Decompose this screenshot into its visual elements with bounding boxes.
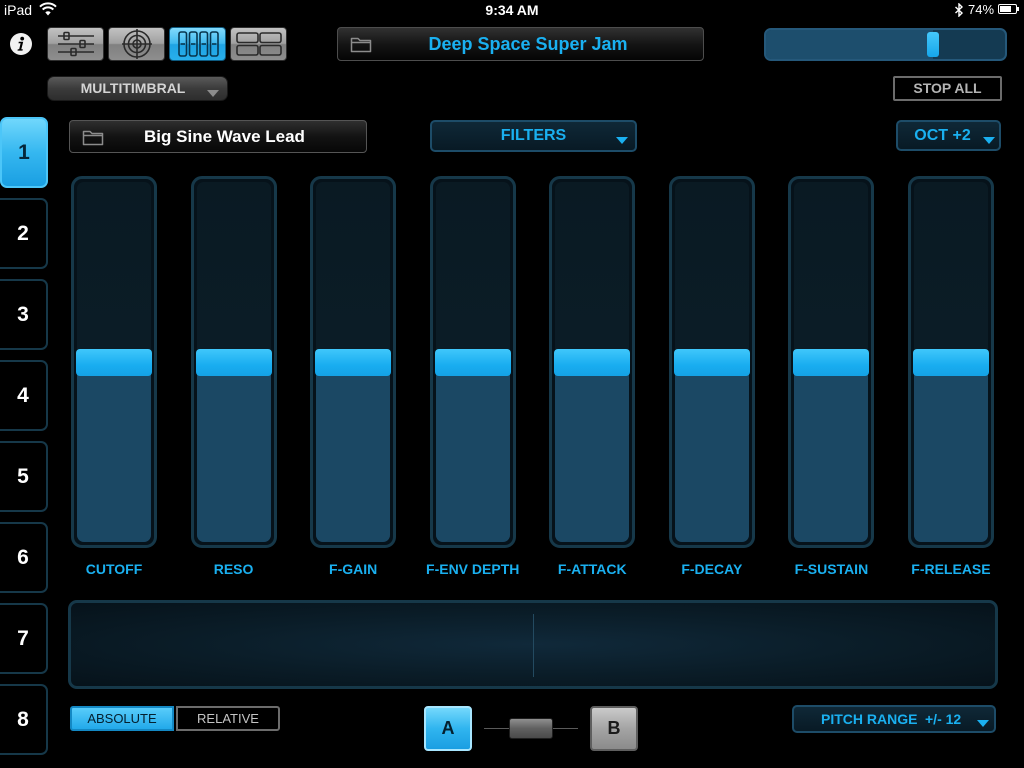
fader-handle[interactable] bbox=[315, 348, 392, 376]
patch-name: Big Sine Wave Lead bbox=[144, 127, 305, 146]
project-name: Deep Space Super Jam bbox=[428, 34, 628, 54]
octave-value: OCT +2 bbox=[914, 127, 971, 144]
fader-fill bbox=[316, 362, 391, 542]
octave-select-dropdown[interactable]: OCT +2 bbox=[896, 120, 1001, 151]
a-button[interactable]: A bbox=[424, 706, 472, 751]
fader-fill bbox=[555, 362, 630, 542]
wifi-icon bbox=[39, 2, 57, 21]
fader-fill bbox=[196, 362, 271, 542]
dropdown-arrow-icon bbox=[207, 85, 219, 103]
channel-button-6[interactable]: 6 bbox=[0, 522, 48, 593]
fader-fill bbox=[435, 362, 510, 542]
channel-button-1[interactable]: 1 bbox=[0, 117, 48, 188]
fader-handle[interactable] bbox=[673, 348, 750, 376]
channel-button-2[interactable]: 2 bbox=[0, 198, 48, 269]
fader-handle[interactable] bbox=[76, 348, 152, 376]
channel-button-5[interactable]: 5 bbox=[0, 441, 48, 512]
fader-fill bbox=[674, 362, 749, 542]
fader-f-sustain[interactable] bbox=[788, 176, 875, 548]
relative-mode-button[interactable]: RELATIVE bbox=[176, 706, 280, 731]
view-mode-grid-button[interactable] bbox=[230, 27, 287, 61]
page-select-value: FILTERS bbox=[500, 127, 567, 144]
battery-icon bbox=[998, 4, 1017, 14]
channel-button-4[interactable]: 4 bbox=[0, 360, 48, 431]
channel-button-8[interactable]: 8 bbox=[0, 684, 48, 755]
fader-label: RESO bbox=[213, 561, 254, 577]
fader-handle[interactable] bbox=[793, 348, 870, 376]
dropdown-arrow-icon bbox=[977, 715, 989, 733]
pitch-range-dropdown[interactable]: PITCH RANGE +/- 12 bbox=[792, 705, 996, 733]
pitch-range-value: +/- 12 bbox=[925, 711, 962, 727]
fader-handle[interactable] bbox=[912, 348, 989, 376]
fader-label: F-ENV DEPTH bbox=[426, 561, 520, 577]
project-selector[interactable]: Deep Space Super Jam bbox=[337, 27, 704, 61]
crossfade-handle[interactable] bbox=[509, 718, 553, 739]
fader-label: F-ATTACK bbox=[557, 561, 627, 577]
page-select-dropdown[interactable]: FILTERS bbox=[430, 120, 637, 152]
b-button[interactable]: B bbox=[590, 706, 638, 751]
fader-f-decay[interactable] bbox=[668, 176, 755, 548]
fader-handle[interactable] bbox=[554, 348, 631, 376]
pad-center-line bbox=[533, 614, 534, 677]
fader-label: F-SUSTAIN bbox=[794, 561, 869, 577]
view-mode-mixer-button[interactable] bbox=[47, 27, 104, 61]
vertical-faders-icon bbox=[177, 31, 219, 57]
volume-handle[interactable] bbox=[927, 32, 940, 57]
dropdown-arrow-icon bbox=[983, 132, 995, 150]
channel-button-7[interactable]: 7 bbox=[0, 603, 48, 674]
pitch-range-label: PITCH RANGE bbox=[821, 711, 918, 727]
fader-f-attack[interactable] bbox=[549, 176, 636, 548]
stop-all-button[interactable]: STOP ALL bbox=[893, 76, 1002, 101]
target-icon bbox=[121, 29, 152, 59]
fader-handle[interactable] bbox=[434, 348, 511, 376]
fader-reso[interactable] bbox=[190, 176, 277, 548]
horizontal-grid-icon bbox=[235, 32, 282, 56]
view-mode-xy-button[interactable] bbox=[108, 27, 165, 61]
volume-fill bbox=[766, 30, 934, 59]
fader-bank bbox=[71, 176, 994, 548]
info-icon[interactable] bbox=[9, 32, 33, 56]
fader-handle[interactable] bbox=[195, 348, 272, 376]
pitch-touch-pad[interactable] bbox=[68, 600, 998, 689]
dropdown-arrow-icon bbox=[616, 132, 628, 150]
patch-selector[interactable]: Big Sine Wave Lead bbox=[69, 120, 367, 153]
fader-labels: CUTOFF RESO F-GAIN F-ENV DEPTH F-ATTACK … bbox=[71, 560, 994, 578]
fader-label: F-GAIN bbox=[329, 561, 378, 577]
battery-nub bbox=[1017, 7, 1019, 11]
fader-fill bbox=[77, 362, 151, 542]
channel-button-3[interactable]: 3 bbox=[0, 279, 48, 350]
mode-select-dropdown[interactable]: MULTITIMBRAL bbox=[47, 76, 228, 101]
fader-f-gain[interactable] bbox=[310, 176, 397, 548]
fader-f-release[interactable] bbox=[907, 176, 994, 548]
mode-select-value: MULTITIMBRAL bbox=[80, 80, 186, 96]
device-name: iPad bbox=[4, 2, 33, 18]
fader-f-env-depth[interactable] bbox=[429, 176, 516, 548]
mixer-sliders-icon bbox=[57, 31, 94, 57]
master-volume-slider[interactable] bbox=[764, 28, 1007, 61]
fader-fill bbox=[913, 362, 988, 542]
fader-fill bbox=[794, 362, 869, 542]
fader-label: F-RELEASE bbox=[911, 561, 991, 577]
fader-label: CUTOFF bbox=[85, 561, 143, 577]
fader-label: F-DECAY bbox=[681, 561, 743, 577]
status-time: 9:34 AM bbox=[485, 2, 539, 18]
status-bar: iPad 9:34 AM 74% bbox=[0, 0, 1024, 20]
absolute-mode-button[interactable]: ABSOLUTE bbox=[70, 706, 174, 731]
battery-percent: 74% bbox=[968, 2, 995, 17]
fader-cutoff[interactable] bbox=[71, 176, 157, 548]
view-mode-faders-button[interactable] bbox=[169, 27, 226, 61]
bluetooth-icon bbox=[954, 2, 964, 22]
